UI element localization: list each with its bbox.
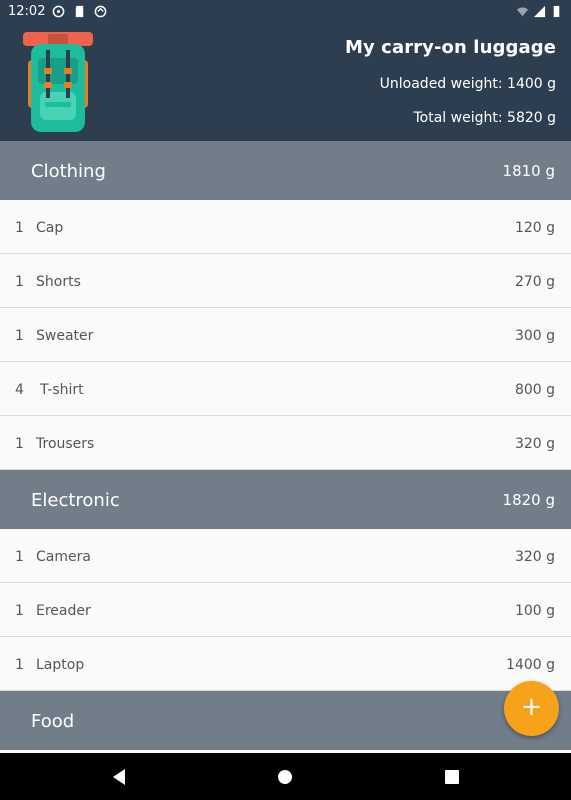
- item-row-trousers[interactable]: 1 Trousers 320 g: [0, 416, 571, 470]
- recents-icon[interactable]: [440, 765, 464, 789]
- item-name: Cap: [36, 220, 64, 236]
- app-header: My carry-on luggage Unloaded weight: 140…: [0, 24, 571, 141]
- item-row-laptop[interactable]: 1 Laptop 1400 g: [0, 637, 571, 691]
- item-weight: 320 g: [514, 549, 555, 565]
- item-quantity: 1: [15, 274, 24, 290]
- back-icon[interactable]: [107, 765, 131, 789]
- item-quantity: 4: [15, 382, 24, 398]
- backpack-icon: [23, 32, 93, 132]
- add-icon: +: [520, 692, 543, 722]
- item-weight: 1400 g: [506, 657, 555, 673]
- item-quantity: 1: [15, 657, 24, 673]
- total-weight-value: 5820 g: [507, 110, 556, 126]
- total-weight-label: Total weight:: [413, 110, 503, 126]
- category-header-electronic[interactable]: Electronic 1820 g: [0, 470, 571, 529]
- battery-icon: [553, 5, 560, 18]
- item-weight: 120 g: [514, 220, 555, 236]
- item-row-ereader[interactable]: 1 Ereader 100 g: [0, 583, 571, 637]
- item-quantity: 1: [15, 328, 24, 344]
- item-name: Laptop: [36, 657, 85, 673]
- category-header-food[interactable]: Food: [0, 691, 571, 750]
- item-row-cap[interactable]: 1 Cap 120 g: [0, 200, 571, 254]
- luggage-list[interactable]: Clothing 1810 g 1 Cap 120 g 1 Shorts 270…: [0, 141, 571, 753]
- unloaded-weight-label: Unloaded weight:: [379, 76, 503, 92]
- sync-icon: [94, 5, 107, 18]
- status-time: 12:02: [8, 4, 46, 19]
- category-weight: 1820 g: [502, 491, 555, 509]
- signal-icon: [533, 5, 546, 18]
- unloaded-weight-value: 1400 g: [507, 76, 556, 92]
- item-row-t-shirt[interactable]: 4 T-shirt 800 g: [0, 362, 571, 416]
- item-name: T-shirt: [40, 382, 84, 398]
- wifi-icon: [516, 7, 529, 17]
- item-weight: 100 g: [514, 603, 555, 619]
- item-quantity: 1: [15, 603, 24, 619]
- category-name: Clothing: [31, 161, 106, 182]
- category-name: Food: [31, 711, 75, 732]
- status-bar: 12:02: [0, 0, 571, 24]
- item-weight: 270 g: [514, 274, 555, 290]
- steering-wheel-icon: [52, 5, 65, 18]
- category-name: Electronic: [31, 490, 120, 511]
- sd-card-icon: [75, 5, 84, 18]
- item-weight: 320 g: [514, 436, 555, 452]
- home-icon[interactable]: [273, 765, 297, 789]
- navigation-bar: [0, 753, 571, 800]
- item-quantity: 1: [15, 549, 24, 565]
- item-name: Sweater: [36, 328, 94, 344]
- item-row-shorts[interactable]: 1 Shorts 270 g: [0, 254, 571, 308]
- category-header-clothing[interactable]: Clothing 1810 g: [0, 141, 571, 200]
- item-row-sweater[interactable]: 1 Sweater 300 g: [0, 308, 571, 362]
- item-quantity: 1: [15, 436, 24, 452]
- item-weight: 800 g: [514, 382, 555, 398]
- item-quantity: 1: [15, 220, 24, 236]
- category-weight: 1810 g: [502, 162, 555, 180]
- item-name: Shorts: [36, 274, 81, 290]
- item-row-camera[interactable]: 1 Camera 320 g: [0, 529, 571, 583]
- item-name: Ereader: [36, 603, 91, 619]
- add-item-button[interactable]: +: [504, 681, 559, 736]
- item-name: Trousers: [36, 436, 95, 452]
- item-name: Camera: [36, 549, 91, 565]
- item-weight: 300 g: [514, 328, 555, 344]
- luggage-title: My carry-on luggage: [344, 37, 556, 58]
- unloaded-weight: Unloaded weight: 1400 g: [380, 76, 556, 92]
- total-weight: Total weight: 5820 g: [414, 110, 557, 126]
